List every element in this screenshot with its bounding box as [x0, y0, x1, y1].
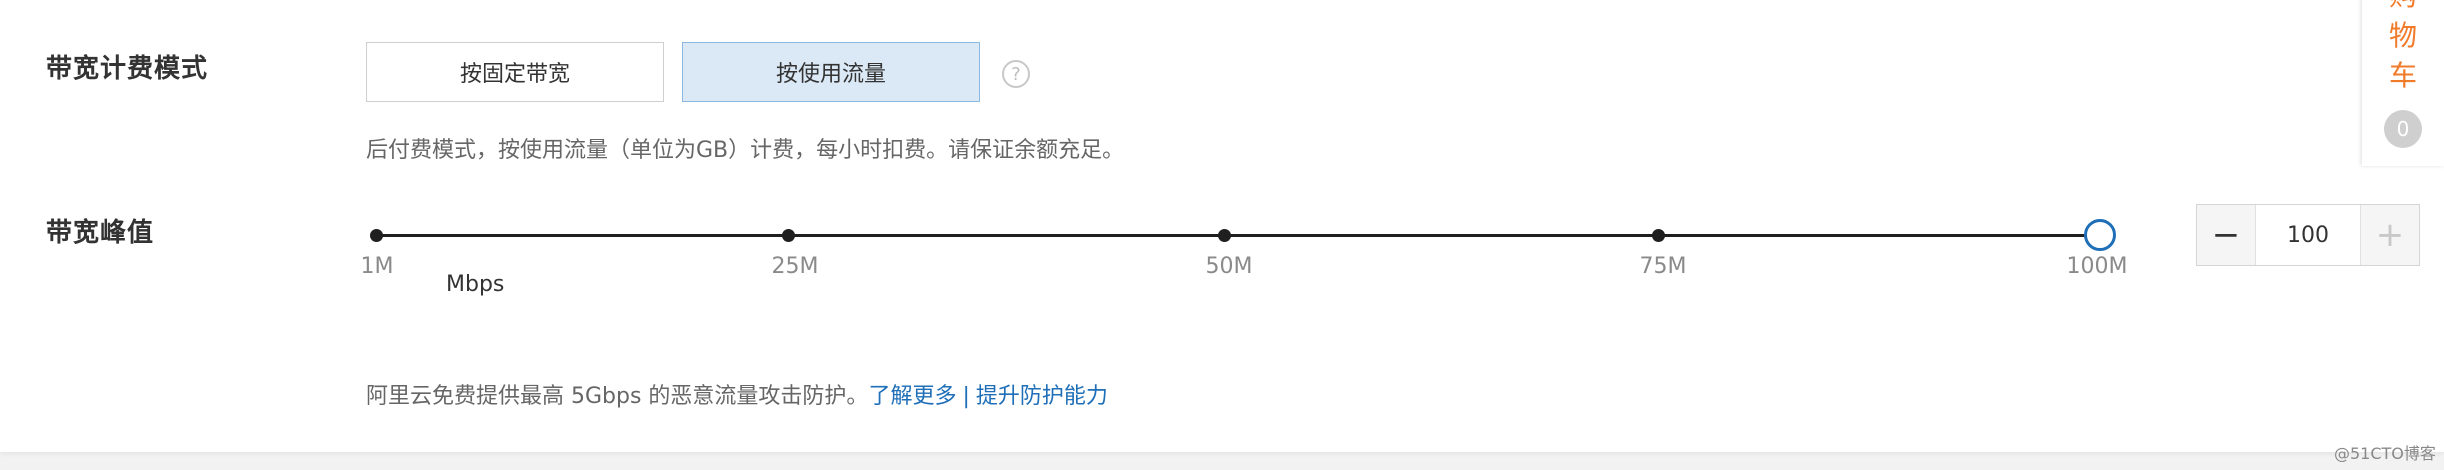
help-icon[interactable]: ? [1002, 60, 1030, 88]
decrement-button[interactable]: − [2197, 205, 2256, 265]
tick-label-75m: 75M [1639, 254, 1687, 279]
slider-tick-dot [1218, 229, 1231, 242]
learn-more-link[interactable]: 了解更多 [868, 384, 956, 409]
pay-by-traffic-button[interactable]: 按使用流量 [682, 42, 980, 102]
slider-tick-dot [782, 229, 795, 242]
slider-tick-dot [1652, 229, 1665, 242]
shopping-cart-widget[interactable]: 购物车 0 [2362, 0, 2444, 166]
billing-mode-label: 带宽计费模式 [46, 54, 209, 84]
bandwidth-value-input[interactable] [2256, 205, 2360, 265]
link-separator: | [962, 384, 970, 409]
slider-tick-dot [370, 229, 383, 242]
slider-handle[interactable] [2084, 219, 2116, 251]
protection-notice: 阿里云免费提供最高 5Gbps 的恶意流量攻击防护。了解更多 | 提升防护能力 [366, 378, 1108, 410]
tick-label-1m: 1M [360, 254, 394, 279]
bandwidth-slider[interactable] [370, 212, 2116, 260]
protection-text: 阿里云免费提供最高 5Gbps 的恶意流量攻击防护。 [366, 384, 869, 409]
config-panel: 带宽计费模式 按固定带宽 按使用流量 ? 后付费模式，按使用流量（单位为GB）计… [0, 0, 2444, 452]
bandwidth-peak-label: 带宽峰值 [46, 218, 155, 248]
slider-track [376, 234, 2100, 237]
tick-label-50m: 50M [1205, 254, 1253, 279]
unit-label: Mbps [446, 272, 505, 297]
watermark: @51CTO博客 [2334, 444, 2436, 463]
billing-description: 后付费模式，按使用流量（单位为GB）计费，每小时扣费。请保证余额充足。 [366, 138, 1125, 163]
cart-count-badge: 0 [2384, 110, 2422, 148]
tick-label-100m: 100M [2066, 254, 2128, 279]
cart-label: 购物车 [2388, 0, 2417, 92]
tick-label-25m: 25M [771, 254, 819, 279]
increment-button[interactable]: + [2360, 205, 2419, 265]
upgrade-protection-link[interactable]: 提升防护能力 [976, 384, 1108, 409]
fixed-bandwidth-button[interactable]: 按固定带宽 [366, 42, 664, 102]
bandwidth-stepper: − + [2196, 204, 2420, 266]
